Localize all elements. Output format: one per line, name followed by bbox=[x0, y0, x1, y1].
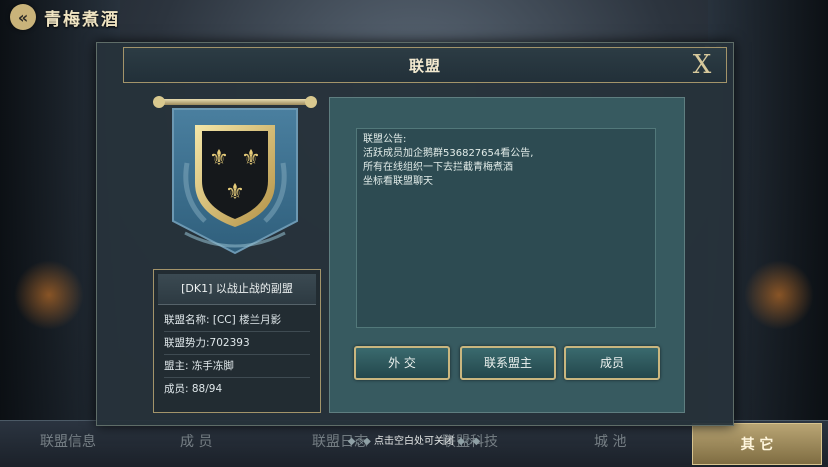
notice-text: 联盟公告: 活跃成员加企鹅群536827654看公告, 所有在线组织一下去拦截青… bbox=[363, 133, 533, 189]
brazier-fire-right bbox=[744, 260, 814, 330]
members-button[interactable]: 成员 bbox=[564, 346, 660, 380]
alliance-dialog: 联盟 X ⚜ ⚜ ⚜ [DK1] 以战止战的副盟 联盟名称: [CC] 楼兰月影… bbox=[96, 42, 734, 426]
notice-line: 活跃成员加企鹅群536827654看公告, bbox=[363, 148, 534, 159]
alliance-info-panel: [DK1] 以战止战的副盟 联盟名称: [CC] 楼兰月影 联盟势力:70239… bbox=[153, 269, 321, 413]
alliance-name: [DK1] 以战止战的副盟 bbox=[158, 274, 316, 305]
close-hint: ◆◇◆ 点击空白处可关闭 ◆◇◆ bbox=[0, 432, 828, 447]
alliance-member-count: 成员: 88/94 bbox=[164, 383, 223, 395]
alliance-notice[interactable]: 联盟公告: 活跃成员加企鹅群536827654看公告, 所有在线组织一下去拦截青… bbox=[356, 128, 656, 328]
close-hint-text: 点击空白处可关闭 bbox=[373, 436, 454, 447]
alliance-power: 联盟势力:702393 bbox=[164, 332, 310, 355]
svg-text:⚜: ⚜ bbox=[209, 146, 229, 171]
notice-section: 联盟公告: 活跃成员加企鹅群536827654看公告, 所有在线组织一下去拦截青… bbox=[329, 97, 685, 413]
diplomacy-button[interactable]: 外 交 bbox=[354, 346, 450, 380]
top-title-bar: « 青梅煮酒 bbox=[10, 4, 120, 30]
back-arrow-icon[interactable]: « bbox=[10, 4, 36, 30]
alliance-banner: ⚜ ⚜ ⚜ bbox=[153, 96, 317, 261]
notice-line: 联盟公告: bbox=[363, 134, 407, 145]
notice-line: 所有在线组织一下去拦截青梅煮酒 bbox=[363, 162, 513, 173]
dialog-title: 联盟 bbox=[408, 56, 441, 75]
svg-text:⚜: ⚜ bbox=[225, 180, 245, 205]
alliance-full-name: 联盟名称: [CC] 楼兰月影 bbox=[164, 309, 310, 332]
hint-decoration-right: ◆◇◆ bbox=[457, 436, 481, 447]
alliance-leader: 盟主: 冻手冻脚 bbox=[164, 355, 310, 378]
svg-text:⚜: ⚜ bbox=[241, 146, 261, 171]
contact-leader-button[interactable]: 联系盟主 bbox=[460, 346, 556, 380]
dialog-header: 联盟 X bbox=[123, 47, 727, 83]
alliance-emblem: ⚜ ⚜ ⚜ bbox=[172, 108, 298, 255]
hint-decoration-left: ◆◇◆ bbox=[347, 436, 374, 447]
page-title: 青梅煮酒 bbox=[44, 9, 120, 30]
brazier-fire-left bbox=[14, 260, 84, 330]
notice-line: 坐标看联盟聊天 bbox=[363, 176, 433, 187]
close-icon[interactable]: X bbox=[688, 48, 716, 82]
